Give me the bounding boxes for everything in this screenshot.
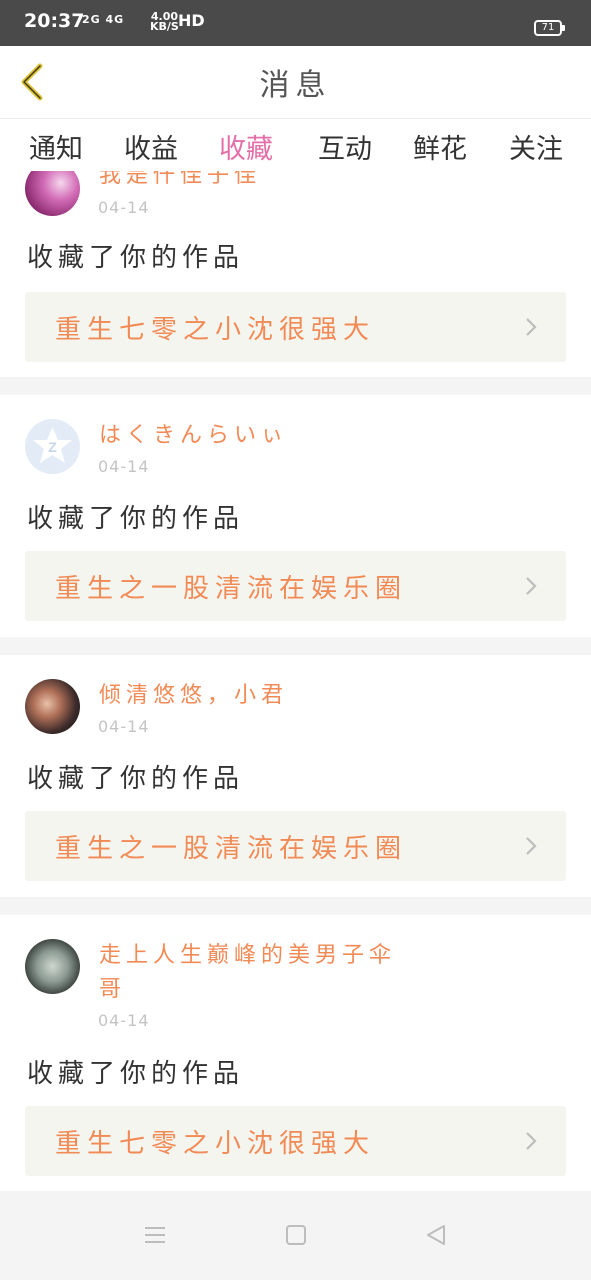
user-name[interactable]: 走上人生巅峰的美男子伞哥 — [99, 939, 399, 1007]
chevron-right-icon — [526, 837, 537, 855]
date: 04-14 — [98, 717, 150, 736]
action-text: 收藏了你的作品 — [27, 243, 245, 273]
network-speed-unit: KB/S — [150, 20, 179, 33]
message-feed[interactable]: 我是仟佳子佳 04-14 收藏了你的作品 重生七零之小沈很强大 Z はくきんらい… — [0, 171, 591, 1191]
tab-interactions[interactable]: 互动 — [305, 127, 385, 166]
avatar[interactable] — [25, 939, 80, 994]
work-title: 重生七零之小沈很强大 — [55, 315, 376, 345]
tab-notifications[interactable]: 通知 — [16, 127, 96, 166]
tab-favorites[interactable]: 收藏 — [206, 127, 286, 174]
user-name[interactable]: 我是仟佳子佳 — [99, 171, 399, 193]
network-speed: 4.00 KB/S — [150, 11, 179, 33]
back-triangle-icon[interactable] — [424, 1223, 448, 1247]
tab-following[interactable]: 关注 — [496, 127, 576, 166]
work-title: 重生七零之小沈很强大 — [55, 1129, 376, 1159]
list-item: 我是仟佳子佳 04-14 收藏了你的作品 重生七零之小沈很强大 — [0, 171, 591, 377]
list-item: 倾清悠悠，小君 04-14 收藏了你的作品 重生之一股清流在娱乐圈 — [0, 655, 591, 897]
status-time: 20:37 — [24, 10, 85, 32]
work-title: 重生之一股清流在娱乐圈 — [55, 834, 408, 864]
svg-text:Z: Z — [48, 439, 57, 455]
header: 消息 — [0, 46, 591, 119]
battery-icon: 71 — [534, 20, 565, 36]
work-link[interactable]: 重生七零之小沈很强大 — [25, 1106, 566, 1176]
work-link[interactable]: 重生七零之小沈很强大 — [25, 292, 566, 362]
page-title: 消息 — [259, 68, 332, 103]
user-name[interactable]: はくきんらいぃ — [99, 419, 399, 453]
avatar[interactable] — [25, 171, 80, 216]
work-link[interactable]: 重生之一股清流在娱乐圈 — [25, 551, 566, 621]
tab-flowers[interactable]: 鲜花 — [400, 127, 480, 166]
system-nav-bar — [0, 1191, 591, 1280]
battery-level: 71 — [541, 22, 555, 33]
avatar[interactable] — [25, 679, 80, 734]
user-name[interactable]: 倾清悠悠，小君 — [99, 679, 399, 713]
hd-icon: HD — [178, 11, 205, 30]
action-text: 收藏了你的作品 — [27, 1059, 245, 1089]
work-title: 重生之一股清流在娱乐圈 — [55, 574, 408, 604]
tab-bar: 通知 收益 收藏 互动 鲜花 关注 — [0, 119, 591, 174]
date: 04-14 — [98, 1011, 150, 1030]
avatar[interactable]: Z — [25, 419, 80, 474]
status-bar: 20:37 2G 4G 4.00 KB/S HD 71 — [0, 0, 591, 46]
date: 04-14 — [98, 457, 150, 476]
chevron-right-icon — [526, 577, 537, 595]
tab-earnings[interactable]: 收益 — [111, 127, 191, 166]
default-avatar-icon: Z — [33, 427, 72, 463]
chevron-right-icon — [526, 318, 537, 336]
work-link[interactable]: 重生之一股清流在娱乐圈 — [25, 811, 566, 881]
signal-icon: 2G 4G — [82, 13, 125, 26]
tab-favorites-label: 收藏 — [219, 134, 273, 165]
list-item: Z はくきんらいぃ 04-14 收藏了你的作品 重生之一股清流在娱乐圈 — [0, 395, 591, 637]
list-item: 走上人生巅峰的美男子伞哥 04-14 收藏了你的作品 重生七零之小沈很强大 — [0, 915, 591, 1191]
home-square-icon[interactable] — [284, 1223, 308, 1247]
chevron-right-icon — [526, 1132, 537, 1150]
menu-icon[interactable] — [143, 1223, 167, 1247]
date: 04-14 — [98, 198, 150, 217]
action-text: 收藏了你的作品 — [27, 764, 245, 794]
action-text: 收藏了你的作品 — [27, 504, 245, 534]
